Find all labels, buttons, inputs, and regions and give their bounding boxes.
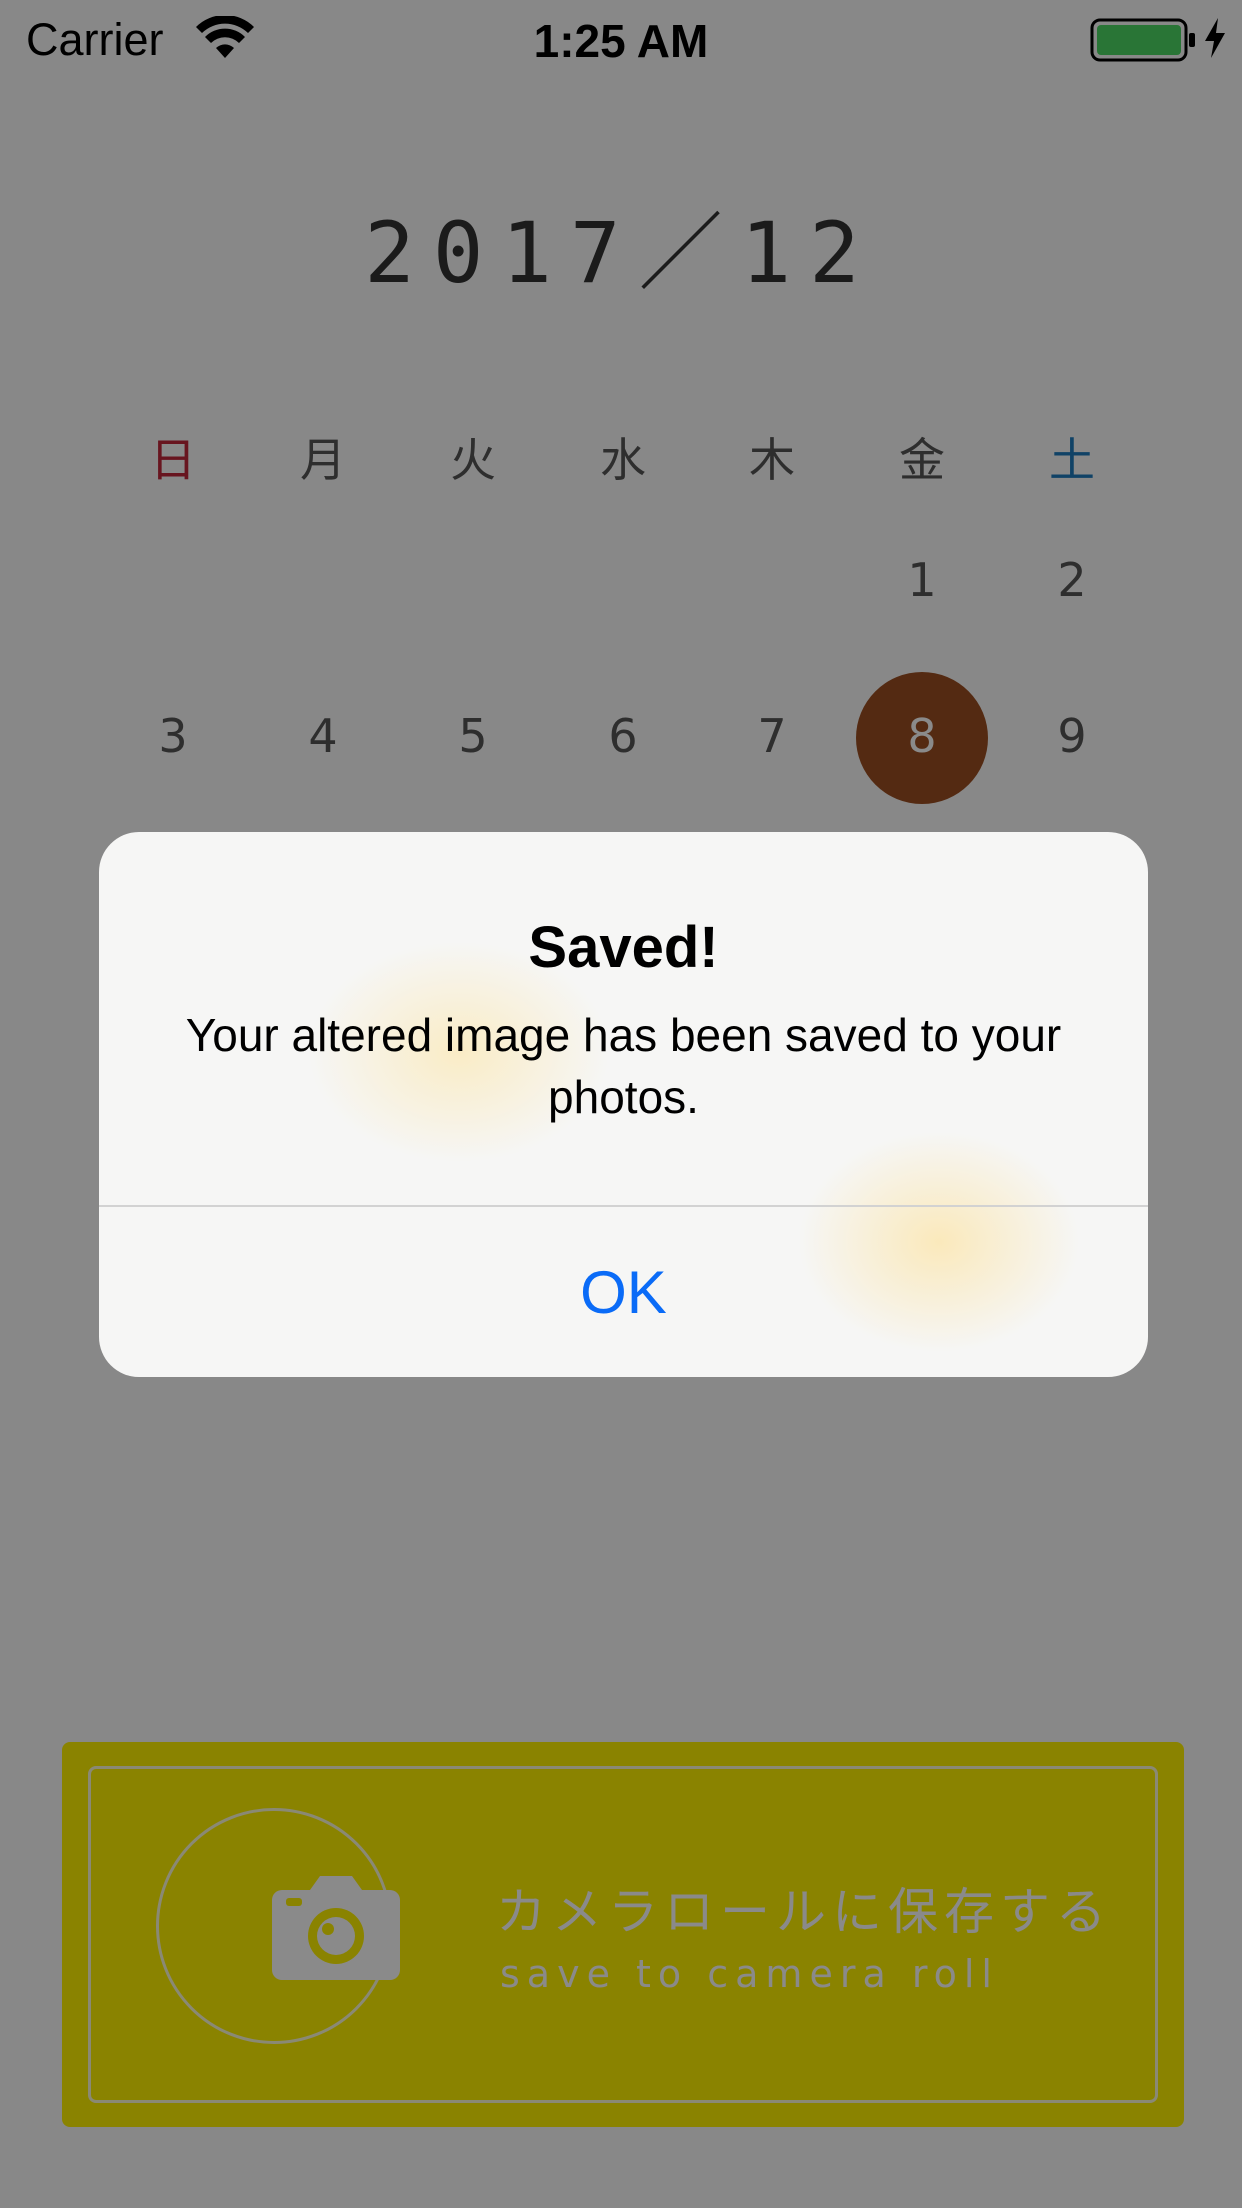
alert-message: Your altered image has been saved to you… [185,1009,1062,1123]
alert-title: Saved! [528,915,719,980]
app-screen: Carrier 1:25 AM 2017／12 日 月 火 水 木 金 土 1 … [0,0,1242,2208]
ok-button[interactable]: OK [99,1207,1148,1377]
saved-alert-dialog: Saved! Your altered image has been saved… [99,832,1148,1377]
